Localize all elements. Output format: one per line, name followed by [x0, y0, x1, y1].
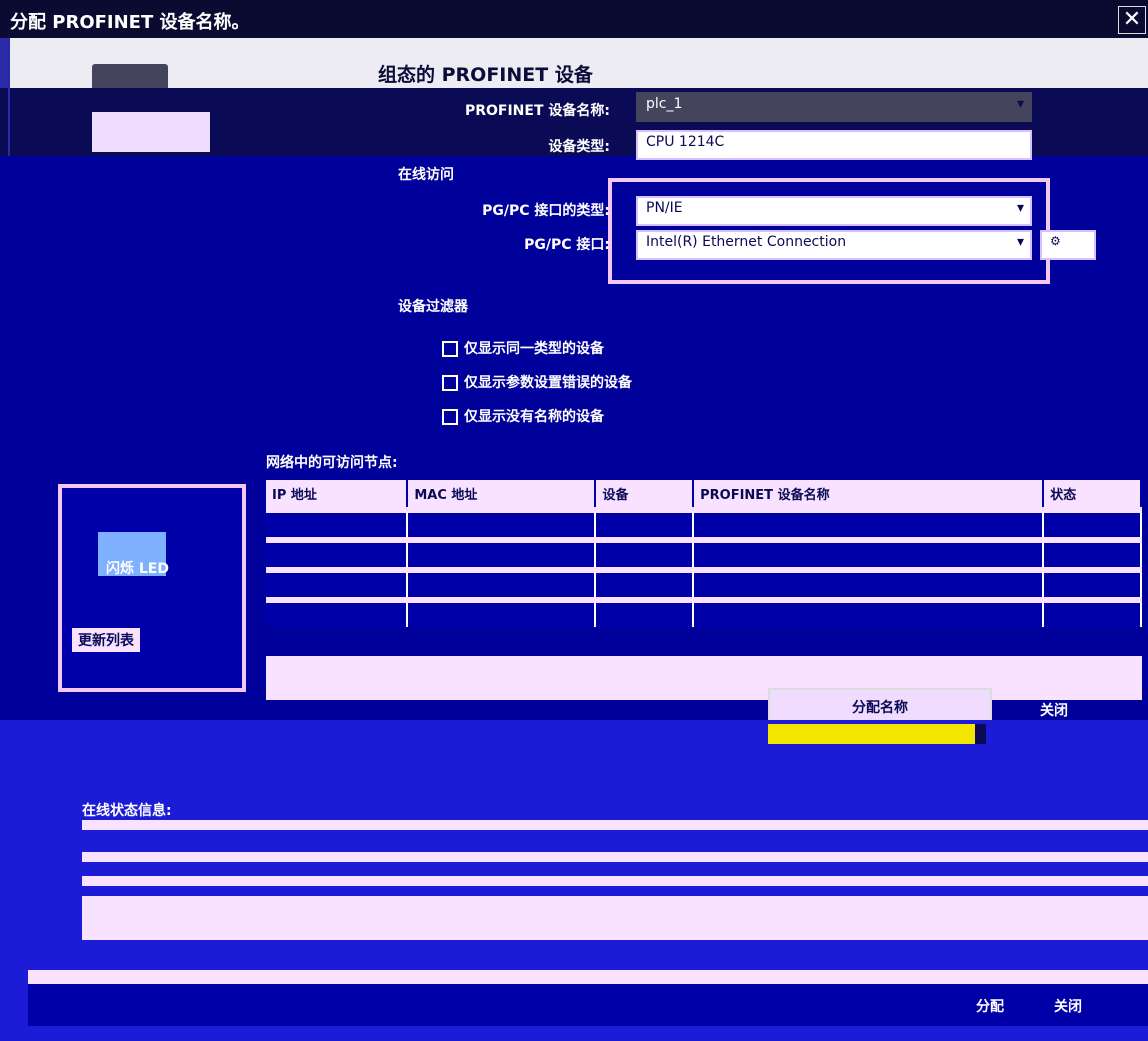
accessible-nodes-table: IP 地址 MAC 地址 设备 PROFINET 设备名称 状态	[266, 480, 1142, 627]
table-footer	[266, 656, 1142, 700]
filter-label: 仅显示同一类型的设备	[464, 341, 604, 357]
column-header-status[interactable]: 状态	[1043, 480, 1142, 510]
checkbox-icon[interactable]	[442, 409, 458, 425]
device-filter-title: 设备过滤器	[398, 299, 468, 315]
table-row[interactable]	[266, 567, 1142, 600]
online-status-title: 在线状态信息:	[82, 803, 172, 819]
status-row	[82, 852, 1148, 862]
column-header-mac[interactable]: MAC 地址	[407, 480, 597, 510]
filter-no-name[interactable]: 仅显示没有名称的设备	[442, 406, 604, 426]
checkbox-icon[interactable]	[442, 341, 458, 357]
accessible-nodes-title: 网络中的可访问节点:	[266, 455, 398, 471]
interface-type-value: PN/IE	[646, 200, 683, 216]
dialog-title: 分配 PROFINET 设备名称。	[10, 12, 250, 33]
status-row	[82, 820, 1148, 830]
device-type-label: 设备类型:	[548, 139, 610, 155]
interface-value: Intel(R) Ethernet Connection	[646, 234, 847, 250]
device-name-label: PROFINET 设备名称:	[464, 103, 610, 119]
column-header-device[interactable]: 设备	[595, 480, 695, 510]
chevron-down-icon[interactable]: ▾	[1017, 96, 1024, 112]
plc-icon	[92, 64, 168, 90]
status-row	[82, 896, 1148, 940]
footer-strip	[28, 970, 1148, 984]
device-name-field[interactable]: plc_1 ▾	[636, 92, 1032, 122]
chevron-down-icon[interactable]: ▾	[1017, 200, 1024, 216]
progress-bar	[768, 724, 986, 744]
dialog-titlebar: 分配 PROFINET 设备名称。 ✕	[0, 0, 1148, 38]
filter-param-errors[interactable]: 仅显示参数设置错误的设备	[442, 372, 632, 392]
interface-settings-button[interactable]: ⚙	[1040, 230, 1096, 260]
section-title-configured: 组态的 PROFINET 设备	[378, 64, 593, 86]
column-header-device-name[interactable]: PROFINET 设备名称	[693, 480, 1045, 510]
column-header-ip[interactable]: IP 地址	[266, 480, 409, 510]
table-row[interactable]	[266, 537, 1142, 570]
footer-assign-button[interactable]: 分配	[976, 996, 1004, 1016]
interface-select[interactable]: Intel(R) Ethernet Connection ▾	[636, 230, 1032, 260]
interface-type-select[interactable]: PN/IE ▾	[636, 196, 1032, 226]
table-row[interactable]	[266, 507, 1142, 540]
filter-label: 仅显示没有名称的设备	[464, 409, 604, 425]
device-type-value: CPU 1214C	[646, 134, 725, 150]
device-type-field: CPU 1214C	[636, 130, 1032, 160]
dialog-close-button[interactable]: 关闭	[1040, 700, 1068, 720]
interface-type-label: PG/PC 接口的类型:	[482, 203, 610, 219]
progress-fill	[768, 724, 976, 744]
update-list-button[interactable]: 更新列表	[72, 628, 140, 652]
chevron-down-icon[interactable]: ▾	[1017, 234, 1024, 250]
interface-label: PG/PC 接口:	[524, 237, 610, 253]
status-row	[82, 876, 1148, 886]
filter-same-type[interactable]: 仅显示同一类型的设备	[442, 338, 604, 358]
close-icon[interactable]: ✕	[1118, 6, 1146, 34]
device-thumbnail	[92, 112, 210, 152]
footer-close-button[interactable]: 关闭	[1054, 996, 1082, 1016]
online-access-label: 在线访问	[398, 167, 454, 183]
side-actions-frame: 闪烁 LED 更新列表	[58, 484, 246, 692]
filter-label: 仅显示参数设置错误的设备	[464, 375, 632, 391]
checkbox-icon[interactable]	[442, 375, 458, 391]
table-row[interactable]	[266, 597, 1142, 627]
flash-led-button[interactable]: 闪烁 LED	[106, 558, 169, 578]
device-name-value: plc_1	[646, 96, 683, 112]
